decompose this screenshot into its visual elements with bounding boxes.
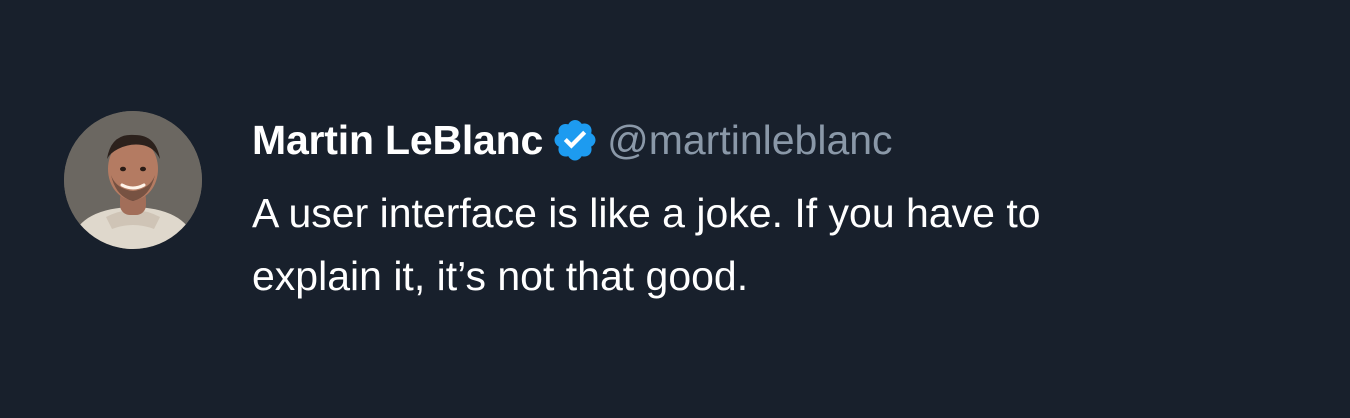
verified-badge-icon [554,120,596,161]
tweet-header: Martin LeBlanc @martinleblanc [252,112,893,168]
tweet-card: Martin LeBlanc @martinleblanc A user int… [0,0,1350,418]
avatar[interactable] [64,111,202,249]
author-name[interactable]: Martin LeBlanc [252,117,543,164]
author-handle[interactable]: @martinleblanc [607,117,892,164]
avatar-image [64,111,202,249]
tweet-text: A user interface is like a joke. If you … [252,190,1041,299]
